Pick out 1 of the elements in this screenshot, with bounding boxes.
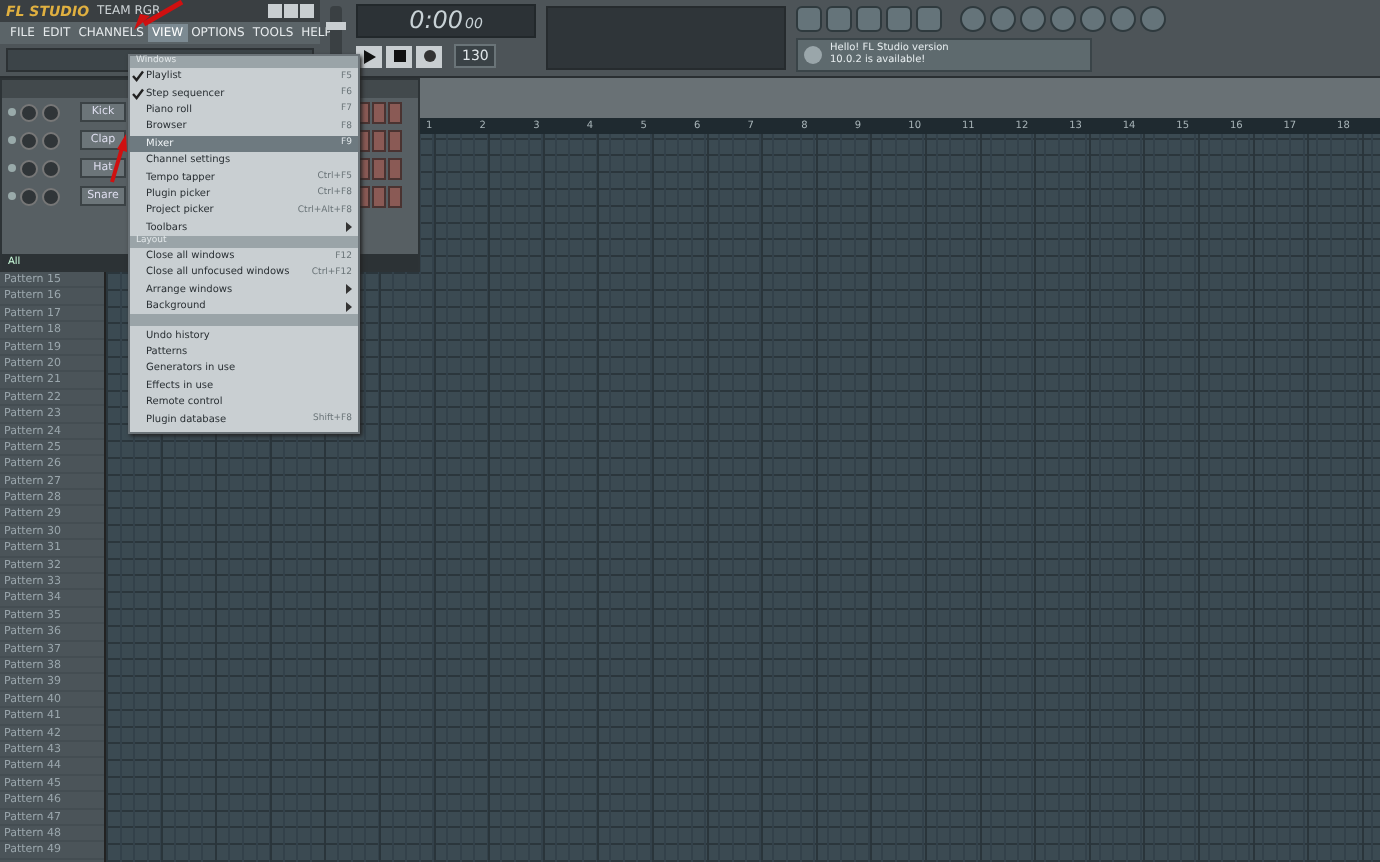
time-main: 0:00 bbox=[409, 6, 464, 34]
